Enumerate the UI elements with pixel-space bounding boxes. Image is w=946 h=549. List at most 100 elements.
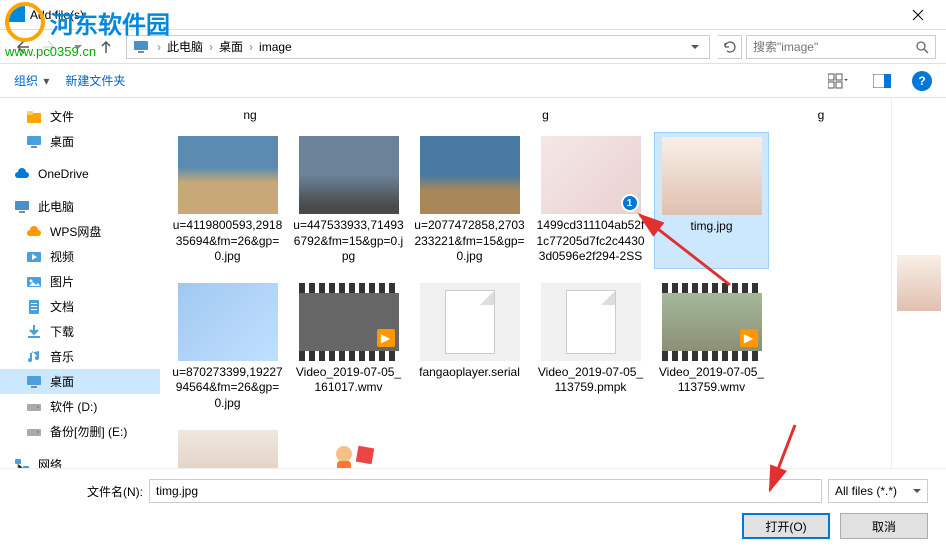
refresh-icon — [723, 40, 737, 54]
file-item-9[interactable]: ▶Video_2019-07-05_113759.wmv — [654, 279, 769, 416]
arrow-up-icon — [98, 39, 114, 55]
file-item-7[interactable]: fangaoplayer.serial — [412, 279, 527, 416]
sidebar-label: 软件 (D:) — [50, 398, 97, 415]
file-thumbnail: ▶ — [299, 283, 399, 361]
sidebar-item-3[interactable]: OneDrive — [0, 162, 160, 186]
preview-pane-button[interactable] — [868, 69, 896, 93]
play-icon: ▶ — [740, 329, 758, 347]
close-button[interactable] — [898, 0, 938, 30]
file-thumbnail: 1 — [541, 136, 641, 214]
arrow-left-icon — [13, 38, 31, 56]
help-button[interactable]: ? — [912, 71, 932, 91]
organize-menu[interactable]: 组织 ▾ — [14, 72, 49, 89]
sidebar-item-16[interactable]: 网络 — [0, 452, 160, 468]
forward-button[interactable] — [38, 35, 62, 59]
filename-input[interactable] — [149, 479, 822, 503]
sidebar-item-0[interactable]: 文件 — [0, 104, 160, 129]
sidebar-label: 备份[勿删] (E:) — [50, 423, 127, 440]
file-thumbnail — [662, 137, 762, 215]
filename-label: 文件名(N): — [18, 483, 143, 500]
sidebar-label: 桌面 — [50, 133, 74, 150]
file-thumbnail: ▶ — [662, 283, 762, 361]
desktop-icon — [26, 374, 42, 390]
file-name: u=2077472858,2703233221&fm=15&gp=0.jpg — [414, 218, 525, 265]
navbar: › 此电脑 › 桌面 › image — [0, 30, 946, 64]
video-icon — [26, 249, 42, 265]
cancel-button[interactable]: 取消 — [840, 513, 928, 539]
file-item-8[interactable]: Video_2019-07-05_113759.pmpk — [533, 279, 648, 416]
sidebar-item-7[interactable]: 视频 — [0, 244, 160, 269]
pc-icon — [14, 199, 30, 215]
preview-thumbnail — [897, 255, 941, 311]
document-icon — [445, 290, 495, 354]
app-icon — [8, 7, 24, 23]
file-name: Video_2019-07-05_113759.pmpk — [535, 365, 646, 396]
filetype-dropdown[interactable]: All files (*.*) — [828, 479, 928, 503]
address-dropdown[interactable] — [687, 40, 703, 54]
file-grid: ngggu=4119800593,291835694&fm=26&gp=0.jp… — [160, 98, 891, 468]
view-mode-button[interactable] — [824, 69, 852, 93]
drive-icon — [26, 399, 42, 415]
dialog-body: 文件桌面OneDrive此电脑WPS网盘视频图片文档下载音乐桌面软件 (D:)备… — [0, 98, 946, 468]
file-item-10[interactable]: t0140bb04bf17ccfea8.jpg — [170, 426, 285, 468]
search-input[interactable] — [753, 40, 915, 54]
breadcrumb-sep: › — [245, 40, 257, 54]
back-button[interactable] — [10, 35, 34, 59]
sidebar-item-13[interactable]: 软件 (D:) — [0, 394, 160, 419]
preview-pane-icon — [873, 74, 891, 88]
recent-dropdown[interactable] — [66, 35, 90, 59]
window-title: Add file(s) — [30, 8, 898, 22]
close-icon — [912, 9, 924, 21]
search-icon — [915, 40, 929, 54]
file-item-2[interactable]: u=2077472858,2703233221&fm=15&gp=0.jpg — [412, 132, 527, 269]
sidebar-item-1[interactable]: 桌面 — [0, 129, 160, 154]
file-thumbnail — [541, 283, 641, 361]
download-icon — [26, 324, 42, 340]
sidebar-label: WPS网盘 — [50, 223, 101, 240]
sidebar-label: 文件 — [50, 108, 74, 125]
sidebar-item-10[interactable]: 下载 — [0, 319, 160, 344]
new-folder-button[interactable]: 新建文件夹 — [65, 72, 125, 89]
cloud-icon — [14, 166, 30, 182]
file-item-0[interactable]: u=4119800593,291835694&fm=26&gp=0.jpg — [170, 132, 285, 269]
file-thumbnail — [420, 283, 520, 361]
breadcrumb-2[interactable]: image — [257, 40, 294, 54]
file-thumbnail — [178, 136, 278, 214]
sidebar-label: 音乐 — [50, 348, 74, 365]
file-thumbnail — [299, 136, 399, 214]
grid-view-icon — [828, 73, 848, 89]
folder-icon — [26, 109, 42, 125]
file-item-5[interactable]: u=870273399,1922794564&fm=26&gp=0.jpg — [170, 279, 285, 416]
file-item-4[interactable]: timg.jpg — [654, 132, 769, 269]
file-thumbnail — [420, 136, 520, 214]
searchbox[interactable] — [746, 35, 936, 59]
file-item-6[interactable]: ▶Video_2019-07-05_161017.wmv — [291, 279, 406, 416]
file-item-1[interactable]: u=447533933,714936792&fm=15&gp=0.jpg — [291, 132, 406, 269]
sidebar-item-11[interactable]: 音乐 — [0, 344, 160, 369]
arrow-right-icon — [41, 38, 59, 56]
sidebar-item-6[interactable]: WPS网盘 — [0, 219, 160, 244]
file-thumbnail — [178, 283, 278, 361]
open-button[interactable]: 打开(O) — [742, 513, 830, 539]
file-thumbnail: 2 — [299, 430, 399, 468]
file-name: timg.jpg — [690, 219, 732, 235]
sidebar-item-5[interactable]: 此电脑 — [0, 194, 160, 219]
up-button[interactable] — [94, 35, 118, 59]
chevron-down-icon: ▾ — [43, 74, 49, 88]
sidebar-label: 桌面 — [50, 373, 74, 390]
file-item-11[interactable]: 2u=10 09268,3759531978&fm=27&gp=0.jpg — [291, 426, 406, 468]
preview-pane — [891, 98, 946, 468]
sidebar-item-8[interactable]: 图片 — [0, 269, 160, 294]
breadcrumb-1[interactable]: 桌面 — [217, 38, 245, 55]
doc-icon — [26, 299, 42, 315]
breadcrumb-0[interactable]: 此电脑 — [165, 38, 205, 55]
chevron-down-icon — [691, 43, 699, 51]
desktop-icon — [26, 134, 42, 150]
addressbar[interactable]: › 此电脑 › 桌面 › image — [126, 35, 710, 59]
sidebar-item-9[interactable]: 文档 — [0, 294, 160, 319]
sidebar-item-14[interactable]: 备份[勿删] (E:) — [0, 419, 160, 444]
sidebar-label: 文档 — [50, 298, 74, 315]
file-item-3[interactable]: 11499cd311104ab52f1c77205d7fc2c44303d059… — [533, 132, 648, 269]
sidebar-item-12[interactable]: 桌面 — [0, 369, 160, 394]
refresh-button[interactable] — [718, 35, 742, 59]
